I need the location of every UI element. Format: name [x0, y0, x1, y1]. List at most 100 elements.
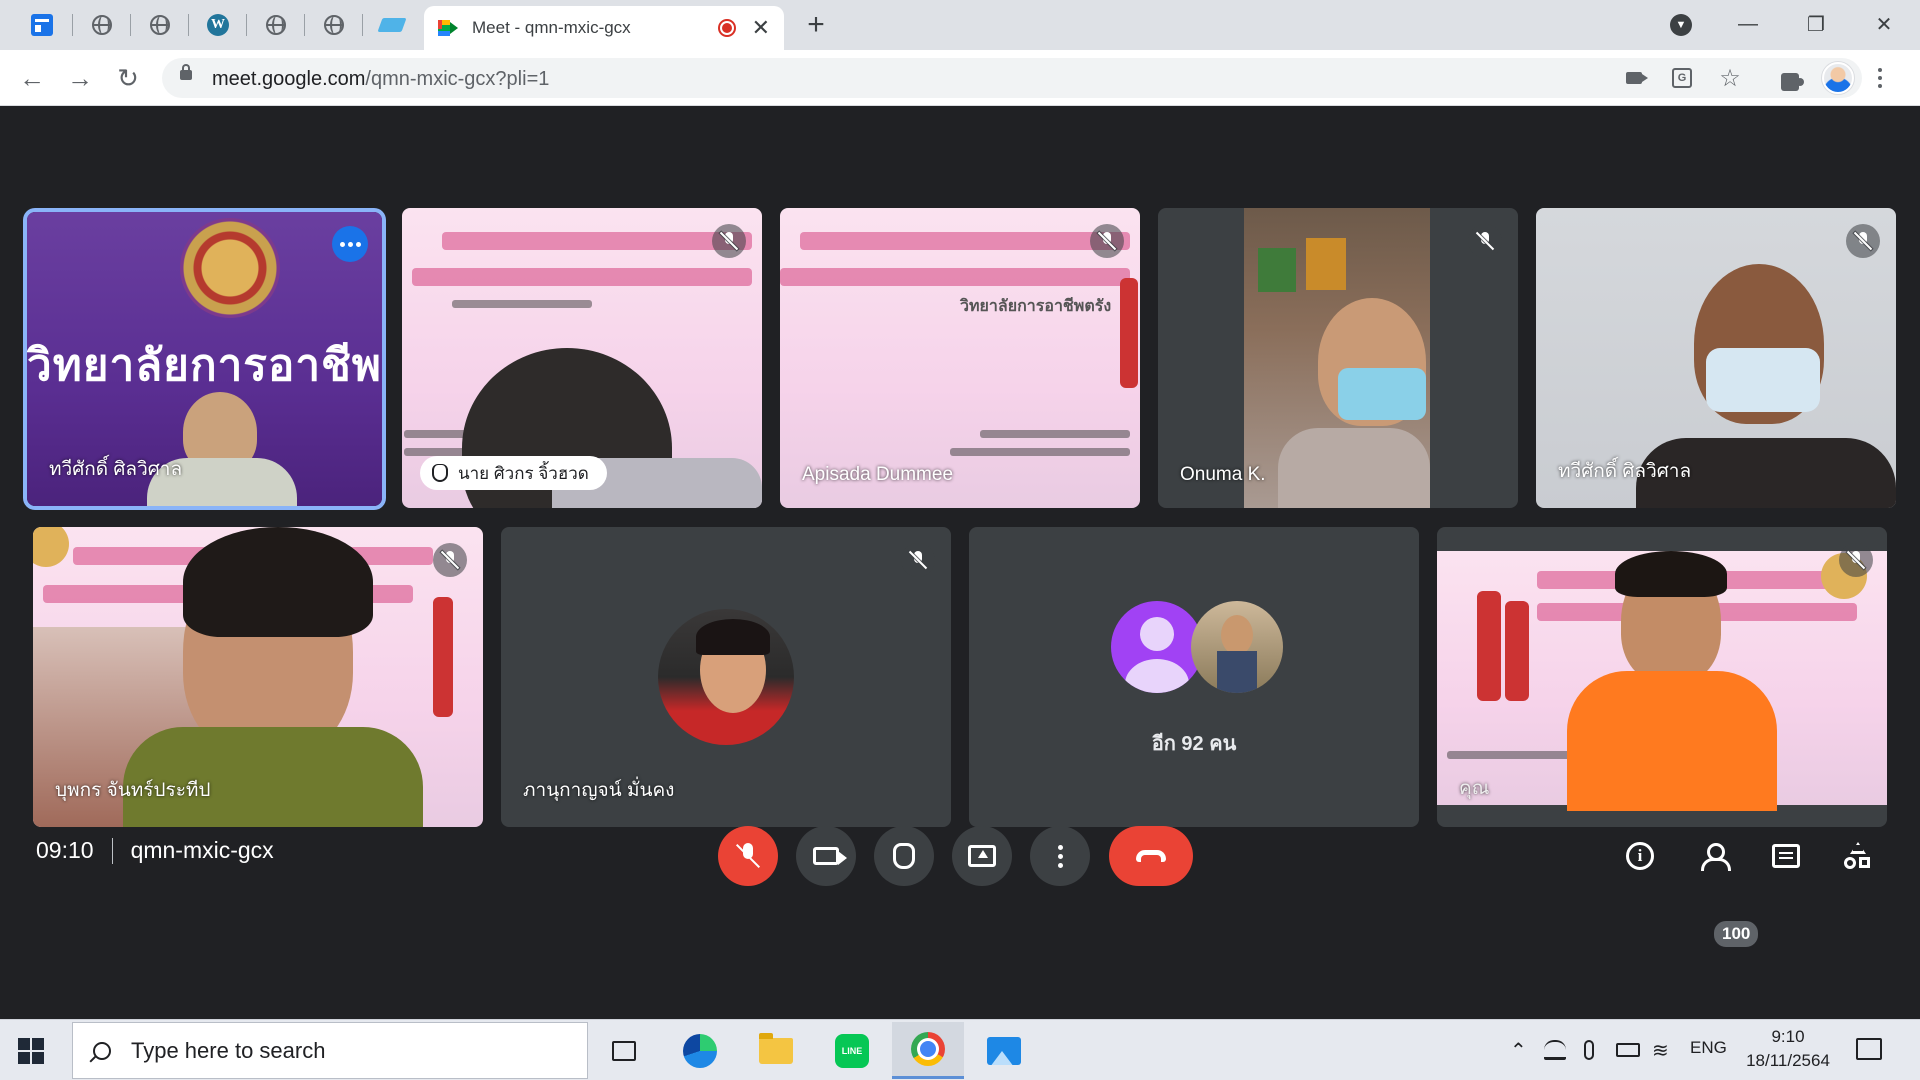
college-seal	[33, 527, 69, 567]
muted-badge	[1839, 543, 1873, 577]
more-options-button[interactable]	[1030, 826, 1090, 886]
mic-off-icon	[1097, 231, 1117, 251]
raise-hand-button[interactable]	[874, 826, 934, 886]
mic-off-icon	[1853, 231, 1873, 251]
chat-icon	[1772, 844, 1800, 868]
more-options-icon[interactable]	[332, 226, 368, 262]
tab-globe-2[interactable]	[132, 8, 188, 42]
video-tile[interactable]: ทวีศักดิ์ ศิลวิศาล	[1536, 208, 1896, 508]
info-icon: i	[1626, 842, 1654, 870]
avatar-tile[interactable]: ภานุกาญจน์ มั่นคง	[501, 527, 951, 827]
chevron-up-icon[interactable]: ⌃	[1510, 1038, 1527, 1063]
banner-line	[980, 430, 1130, 438]
chef-figure	[1120, 278, 1138, 388]
tile-name: บุพกร จันทร์ประทีป	[55, 780, 211, 801]
wifi-icon[interactable]: ≋	[1652, 1038, 1669, 1063]
tab-globe-1[interactable]	[74, 8, 130, 42]
tab-classroom[interactable]	[364, 8, 420, 42]
present-button[interactable]	[952, 826, 1012, 886]
video-tile[interactable]: วิทยาลัยการอาชีพตรัง Apisada Dummee	[780, 208, 1140, 508]
line-app[interactable]: LINE	[816, 1022, 888, 1079]
tab-globe-3[interactable]	[248, 8, 304, 42]
camera-in-use-icon[interactable]	[1622, 66, 1646, 90]
close-tab-icon[interactable]: ✕	[752, 15, 770, 41]
banner-caption: วิทยาลัยการอาชีพตรัง	[960, 296, 1112, 315]
edge-app[interactable]	[664, 1022, 736, 1079]
new-tab-button[interactable]: +	[800, 8, 832, 42]
omnibox[interactable]: meet.google.com/qmn-mxic-gcx?pli=1 G ☆	[162, 58, 1862, 98]
toggle-mic-button[interactable]	[718, 826, 778, 886]
activities-icon	[1844, 842, 1872, 870]
present-screen-icon	[968, 845, 996, 867]
language-indicator[interactable]: ENG	[1690, 1038, 1727, 1058]
tab-search-icon[interactable]: ▼	[1670, 14, 1692, 36]
wordpress-icon: W	[207, 14, 229, 36]
file-explorer-app[interactable]	[740, 1022, 812, 1079]
mic-off-icon	[719, 231, 739, 251]
hand-icon	[893, 843, 915, 869]
people-button[interactable]	[1688, 830, 1740, 882]
taskbar-search[interactable]: Type here to search	[72, 1022, 588, 1079]
tab-globe-4[interactable]	[306, 8, 362, 42]
task-view-icon	[612, 1040, 636, 1061]
windows-start-icon[interactable]	[18, 1038, 44, 1064]
onedrive-icon[interactable]	[1544, 1040, 1566, 1060]
chrome-app[interactable]	[892, 1022, 964, 1079]
profile-avatar[interactable]	[1822, 62, 1854, 94]
toggle-camera-button[interactable]	[796, 826, 856, 886]
tab-wordpress[interactable]: W	[190, 8, 246, 42]
meeting-details-button[interactable]: i	[1614, 830, 1666, 882]
browser-tab-strip: W Meet - qmn-mxic-gcx ✕ + ▼ — ❐ ✕	[0, 0, 1920, 50]
video-tile[interactable]: นาย ศิวกร จิ้วฮวด	[402, 208, 762, 508]
lock-icon	[180, 64, 192, 80]
video-tile[interactable]: บุพกร จันทร์ประทีป	[33, 527, 483, 827]
restore-button[interactable]: ❐	[1786, 6, 1846, 42]
close-window-button[interactable]: ✕	[1854, 6, 1914, 42]
activities-button[interactable]	[1832, 830, 1884, 882]
tab-app[interactable]	[14, 8, 70, 42]
leave-call-button[interactable]	[1109, 826, 1193, 886]
meet-stage: วิทยาลัยการอาชีพ ทวีศักดิ์ ศิลวิศาล นาย …	[0, 107, 1920, 1019]
line-icon: LINE	[835, 1033, 869, 1068]
url-text[interactable]: meet.google.com/qmn-mxic-gcx?pli=1	[212, 68, 549, 91]
extensions-icon[interactable]	[1778, 70, 1804, 94]
meeting-code[interactable]: qmn-mxic-gcx	[131, 837, 274, 864]
banner-line	[800, 232, 1130, 250]
folder-icon	[759, 1032, 793, 1064]
banner-line	[412, 268, 752, 286]
photos-app[interactable]	[968, 1022, 1040, 1079]
notification-icon[interactable]	[1856, 1038, 1882, 1060]
bookmark-star-icon[interactable]: ☆	[1718, 65, 1742, 92]
video-tile-active[interactable]: วิทยาลัยการอาชีพ ทวีศักดิ์ ศิลวิศาล	[27, 212, 382, 506]
tile-name: Onuma K.	[1180, 464, 1266, 485]
back-button[interactable]: ←	[14, 60, 50, 96]
video-tile[interactable]: Onuma K.	[1158, 208, 1518, 508]
muted-badge	[1846, 224, 1880, 258]
default-avatar-icon	[1111, 601, 1203, 693]
tab-separator	[362, 14, 363, 36]
microphone-icon[interactable]	[1584, 1040, 1594, 1060]
system-clock[interactable]: 9:10 18/11/2564	[1738, 1025, 1838, 1073]
edge-icon	[683, 1033, 717, 1068]
address-toolbar: ← → ↻ meet.google.com/qmn-mxic-gcx?pli=1…	[0, 50, 1920, 106]
tile-name: ภานุกาญจน์ มั่นคง	[523, 780, 675, 801]
forward-button[interactable]: →	[62, 60, 98, 96]
chrome-icon	[911, 1032, 945, 1066]
graduation-cap-icon	[377, 18, 407, 32]
browser-menu-icon[interactable]	[1876, 64, 1884, 92]
minimize-button[interactable]: —	[1718, 6, 1778, 42]
participant-avatar	[658, 609, 794, 745]
more-participants-tile[interactable]: อีก 92 คน	[969, 527, 1419, 827]
video-tile[interactable]: คุณ	[1437, 527, 1887, 827]
mic-off-icon	[1475, 231, 1495, 251]
chef-figure	[1477, 591, 1501, 701]
chat-button[interactable]	[1760, 830, 1812, 882]
tab-meet-active[interactable]: Meet - qmn-mxic-gcx ✕	[424, 6, 784, 50]
translate-icon[interactable]: G	[1670, 66, 1694, 90]
banner-text: วิทยาลัยการอาชีพ	[27, 340, 382, 391]
task-view-button[interactable]	[588, 1022, 660, 1079]
app-grid-icon	[31, 14, 53, 36]
reload-button[interactable]: ↻	[110, 60, 146, 96]
url-host: meet.google.com	[212, 68, 366, 90]
battery-icon[interactable]	[1616, 1043, 1640, 1057]
